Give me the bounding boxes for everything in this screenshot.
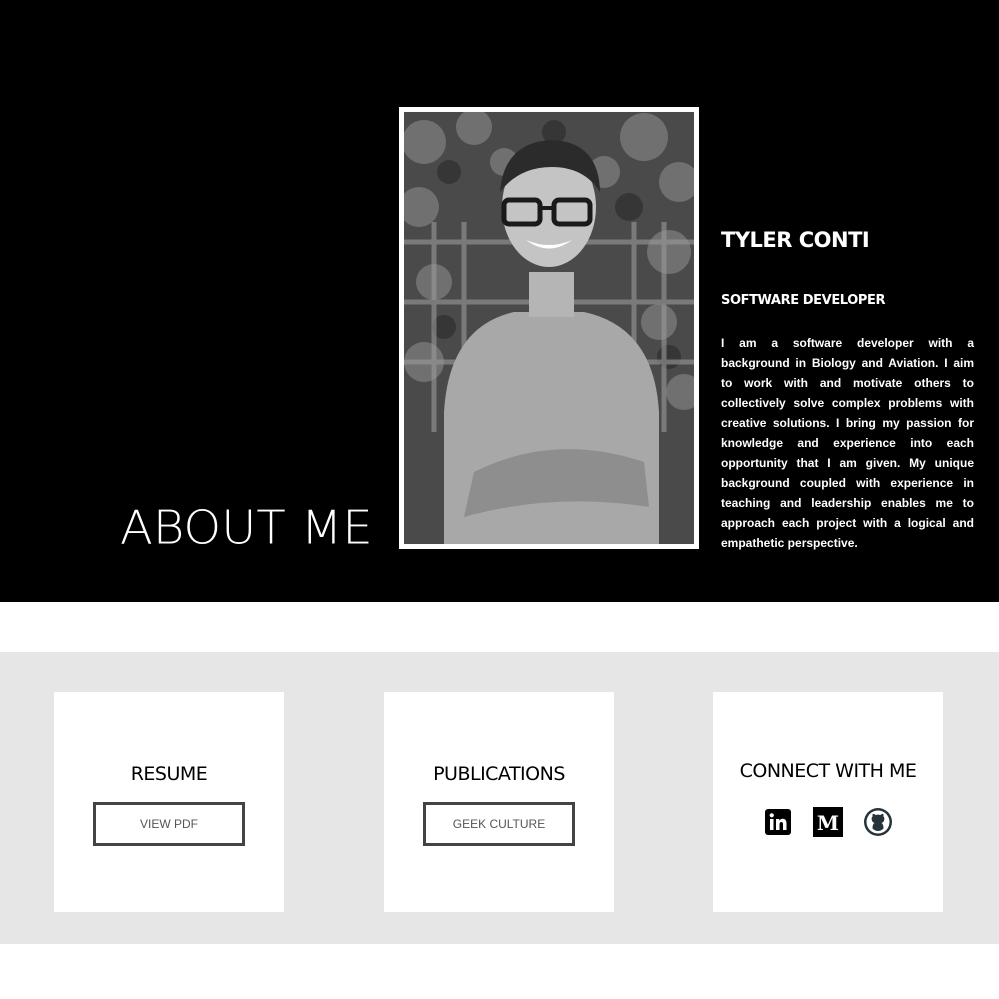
links-section: RESUME VIEW PDF PUBLICATIONS GEEK CULTUR… — [0, 652, 999, 944]
medium-icon[interactable]: M — [813, 807, 843, 837]
profile-name: TYLER CONTI — [721, 228, 870, 252]
publications-title: PUBLICATIONS — [433, 763, 565, 785]
resume-card: RESUME VIEW PDF — [54, 692, 284, 912]
linkedin-icon[interactable] — [763, 807, 793, 837]
svg-text:M: M — [817, 811, 839, 835]
github-icon[interactable] — [863, 807, 893, 837]
profile-photo-image — [404, 112, 694, 544]
about-section: ABOUT ME TYLER CONTI SOFTWARE DEVELOPER … — [0, 0, 999, 602]
resume-title: RESUME — [130, 763, 208, 785]
profile-bio: I am a software developer with a backgro… — [721, 336, 974, 550]
about-heading: ABOUT ME — [120, 501, 373, 555]
geek-culture-button[interactable]: GEEK CULTURE — [423, 802, 575, 846]
view-pdf-button[interactable]: VIEW PDF — [93, 802, 245, 846]
profile-photo — [399, 107, 699, 549]
profile-role: SOFTWARE DEVELOPER — [721, 293, 886, 308]
connect-card: CONNECT WITH ME M — [713, 692, 943, 912]
connect-title: CONNECT WITH ME — [739, 760, 917, 782]
publications-card: PUBLICATIONS GEEK CULTURE — [384, 692, 614, 912]
